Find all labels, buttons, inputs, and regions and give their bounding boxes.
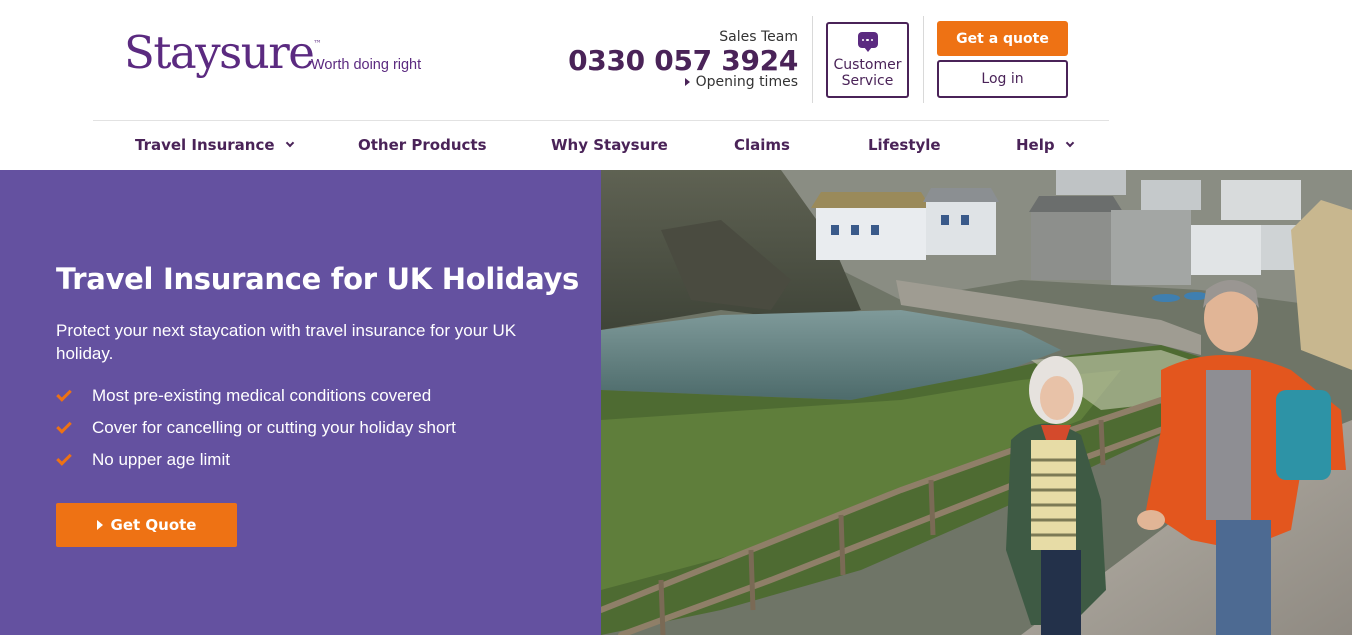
staysure-logo[interactable]: Staysure™: [124, 30, 321, 75]
main-nav: Travel Insurance Other Products Why Stay…: [0, 121, 1352, 170]
nav-travel-insurance[interactable]: Travel Insurance: [135, 136, 294, 154]
benefit-item: No upper age limit: [56, 444, 456, 476]
benefit-item: Cover for cancelling or cutting your hol…: [56, 412, 456, 444]
nav-claims[interactable]: Claims: [734, 136, 790, 154]
sales-phone-number[interactable]: 0330 057 3924: [568, 44, 798, 77]
benefits-list: Most pre-existing medical conditions cov…: [56, 380, 456, 476]
sales-team-label: Sales Team: [719, 29, 798, 45]
nav-other-products[interactable]: Other Products: [358, 136, 487, 154]
hero-panel: Travel Insurance for UK Holidays Protect…: [0, 170, 601, 635]
opening-times-label: Opening times: [695, 74, 798, 90]
customer-service-button[interactable]: Customer Service: [826, 22, 909, 98]
play-arrow-icon: [684, 78, 690, 86]
customer-service-label: Customer Service: [833, 57, 902, 89]
divider: [812, 16, 813, 103]
couple-walking-coastal-path-image: [601, 170, 1352, 635]
site-header: Staysure™ Worth doing right Sales Team 0…: [0, 0, 1352, 170]
opening-times-link[interactable]: Opening times: [684, 74, 798, 90]
chat-bubble-icon: [857, 32, 878, 52]
login-button[interactable]: Log in: [937, 60, 1068, 98]
chevron-down-icon: [1065, 138, 1074, 148]
chevron-down-icon: [285, 138, 294, 148]
nav-help[interactable]: Help: [1016, 136, 1074, 154]
hero-photo: [601, 170, 1352, 635]
nav-why-staysure[interactable]: Why Staysure: [551, 136, 668, 154]
check-icon: [56, 386, 72, 402]
hero-subtitle: Protect your next staycation with travel…: [56, 321, 517, 363]
check-icon: [56, 450, 72, 466]
divider: [923, 16, 924, 103]
nav-lifestyle[interactable]: Lifestyle: [868, 136, 941, 154]
tagline: Worth doing right: [311, 57, 422, 73]
get-quote-button[interactable]: Get Quote: [56, 503, 237, 547]
hero-title: Travel Insurance for UK Holidays: [56, 262, 580, 296]
check-icon: [56, 418, 72, 434]
get-a-quote-button[interactable]: Get a quote: [937, 21, 1068, 56]
benefit-item: Most pre-existing medical conditions cov…: [56, 380, 456, 412]
play-arrow-icon: [96, 520, 103, 530]
